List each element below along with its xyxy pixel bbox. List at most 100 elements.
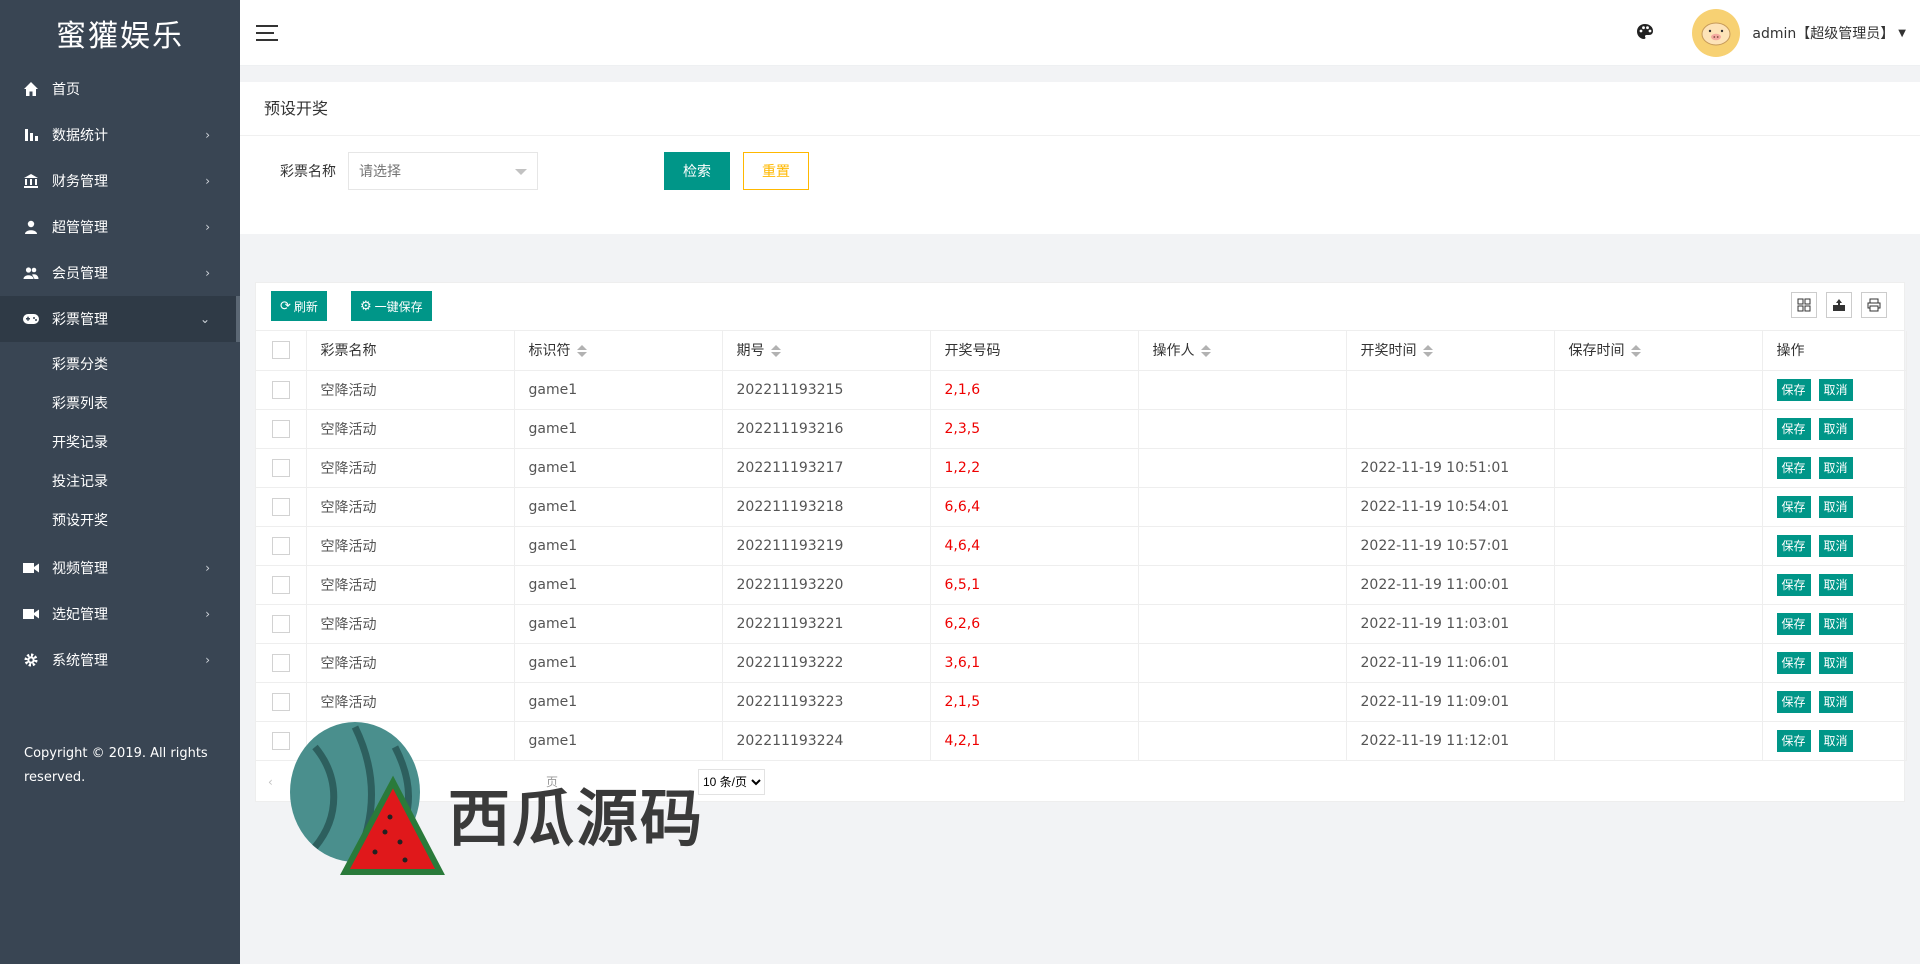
sidebar-menu: 首页 数据统计 › 财务管理 › 超管管理 › 会员管理 › 彩票管理 ⌄ — [0, 66, 240, 342]
refresh-label: 刷新 — [293, 299, 318, 314]
sort-icon[interactable] — [1422, 345, 1433, 358]
row-save-button[interactable]: 保存 — [1776, 651, 1811, 674]
sidebar-item-finance[interactable]: 财务管理 › — [0, 158, 240, 204]
lottery-name-select[interactable]: 请选择 — [348, 152, 538, 190]
search-button[interactable]: 检索 — [664, 152, 730, 190]
row-save-button[interactable]: 保存 — [1776, 690, 1811, 713]
row-cancel-button[interactable]: 取消 — [1818, 690, 1853, 713]
row-save-button[interactable]: 保存 — [1776, 378, 1811, 401]
cell-actions: 保存 取消 — [1762, 721, 1907, 761]
print-icon[interactable] — [1861, 292, 1887, 318]
table-row[interactable]: 空降活动 game1 202211193223 2,1,5 2022-11-19 11:… — [256, 682, 1907, 722]
sidebar-item-label: 选妃管理 — [52, 607, 108, 623]
theme-palette-icon[interactable] — [1636, 23, 1656, 43]
table-row[interactable]: 空降活动 game1 202211193221 6,2,6 2022-11-19 11:… — [256, 604, 1907, 644]
row-save-button[interactable]: 保存 — [1776, 456, 1811, 479]
search-form: 彩票名称 请选择 — [240, 152, 538, 190]
menu-toggle-icon[interactable] — [256, 24, 278, 41]
row-save-button[interactable]: 保存 — [1776, 417, 1811, 440]
row-checkbox[interactable] — [271, 497, 290, 516]
sort-icon[interactable] — [1630, 345, 1641, 358]
sidebar-item-home[interactable]: 首页 — [0, 66, 240, 112]
reset-button[interactable]: 重置 — [743, 152, 809, 190]
sidebar-item-video[interactable]: 视频管理 › — [0, 545, 240, 591]
export-icon[interactable] — [1826, 292, 1852, 318]
cell-actions: 保存 取消 — [1762, 604, 1907, 644]
submenu-item-lottery-list[interactable]: 彩票列表 — [0, 383, 240, 422]
row-checkbox[interactable] — [271, 419, 290, 438]
submenu-item-lottery-category[interactable]: 彩票分类 — [0, 344, 240, 383]
row-checkbox[interactable] — [271, 614, 290, 633]
row-cancel-button[interactable]: 取消 — [1818, 612, 1853, 635]
row-cancel-button[interactable]: 取消 — [1818, 651, 1853, 674]
table-row[interactable]: 空降活动 game1 202211193217 1,2,2 2022-11-19 10:… — [256, 448, 1907, 488]
cell-save-time — [1554, 487, 1763, 527]
sidebar-item-members[interactable]: 会员管理 › — [0, 250, 240, 296]
cell-lottery-name: 空降活动 — [306, 409, 515, 449]
submenu-item-draw-records[interactable]: 开奖记录 — [0, 422, 240, 461]
sort-icon[interactable] — [576, 345, 587, 358]
user-menu[interactable]: admin【超级管理员】 ▼ — [1752, 23, 1906, 43]
select-all-checkbox[interactable] — [271, 341, 290, 360]
row-cancel-button[interactable]: 取消 — [1818, 378, 1853, 401]
columns-filter-icon[interactable] — [1791, 292, 1817, 318]
row-cancel-button[interactable]: 取消 — [1818, 729, 1853, 752]
cell-open-time — [1346, 409, 1555, 449]
sidebar-item-system[interactable]: 系统管理 › — [0, 637, 240, 683]
refresh-button[interactable]: ⟳ 刷新 — [271, 291, 327, 321]
avatar[interactable] — [1692, 9, 1741, 57]
sidebar-item-admins[interactable]: 超管管理 › — [0, 204, 240, 250]
cell-open-time: 2022-11-19 11:12:01 — [1346, 721, 1555, 761]
row-save-button[interactable]: 保存 — [1776, 495, 1811, 518]
page-size-select[interactable]: 10 条/页 — [698, 768, 765, 795]
cell-operator — [1138, 409, 1347, 449]
row-cancel-button[interactable]: 取消 — [1818, 573, 1853, 596]
row-save-button[interactable]: 保存 — [1776, 534, 1811, 557]
row-checkbox[interactable] — [271, 575, 290, 594]
row-checkbox[interactable] — [271, 380, 290, 399]
table-row[interactable]: 空降活动 game1 202211193215 2,1,6 保存 取消 — [256, 370, 1907, 410]
row-checkbox[interactable] — [271, 653, 290, 672]
sidebar-item-select[interactable]: 选妃管理 › — [0, 591, 240, 637]
column-header-save-time[interactable]: 保存时间 — [1554, 331, 1763, 371]
cell-issue: 202211193224 — [722, 721, 931, 761]
row-cancel-button[interactable]: 取消 — [1818, 534, 1853, 557]
row-cancel-button[interactable]: 取消 — [1818, 456, 1853, 479]
submenu-item-bet-records[interactable]: 投注记录 — [0, 461, 240, 500]
cell-issue: 202211193220 — [722, 565, 931, 605]
table-row[interactable]: 空降活动 game1 202211193216 2,3,5 保存 取消 — [256, 409, 1907, 449]
submenu-item-preset-draw[interactable]: 预设开奖 — [0, 500, 240, 539]
sidebar-item-label: 数据统计 — [52, 128, 108, 144]
row-checkbox[interactable] — [271, 536, 290, 555]
row-save-button[interactable]: 保存 — [1776, 573, 1811, 596]
table-row[interactable]: 空降活动 game1 202211193218 6,6,4 2022-11-19 10:… — [256, 487, 1907, 527]
cell-issue: 202211193223 — [722, 682, 931, 722]
row-checkbox[interactable] — [271, 692, 290, 711]
column-header-operator[interactable]: 操作人 — [1138, 331, 1347, 371]
sidebar-item-lottery[interactable]: 彩票管理 ⌄ — [0, 296, 240, 342]
bar-chart-icon — [22, 126, 40, 144]
cell-key: game1 — [514, 682, 723, 722]
column-header-key[interactable]: 标识符 — [514, 331, 723, 371]
row-cancel-button[interactable]: 取消 — [1818, 495, 1853, 518]
sort-icon[interactable] — [770, 345, 781, 358]
lottery-name-label: 彩票名称 — [280, 164, 336, 180]
table-row[interactable]: 空降活动 game1 202211193222 3,6,1 2022-11-19 11:… — [256, 643, 1907, 683]
table-row[interactable]: 空降活动 game1 202211193219 4,6,4 2022-11-19 10:… — [256, 526, 1907, 566]
chevron-right-icon: › — [205, 220, 210, 234]
save-all-button[interactable]: ⚙ 一键保存 — [351, 291, 432, 321]
table-row[interactable]: 空降活动 game1 202211193220 6,5,1 2022-11-19 11:… — [256, 565, 1907, 605]
sidebar-item-statistics[interactable]: 数据统计 › — [0, 112, 240, 158]
row-save-button[interactable]: 保存 — [1776, 612, 1811, 635]
cell-open-time: 2022-11-19 10:54:01 — [1346, 487, 1555, 527]
row-checkbox[interactable] — [271, 458, 290, 477]
sort-icon[interactable] — [1200, 345, 1211, 358]
cell-issue: 202211193218 — [722, 487, 931, 527]
cell-key: game1 — [514, 487, 723, 527]
user-name: admin【超级管理员】 — [1752, 26, 1895, 42]
row-cancel-button[interactable]: 取消 — [1818, 417, 1853, 440]
row-save-button[interactable]: 保存 — [1776, 729, 1811, 752]
column-header-open-time[interactable]: 开奖时间 — [1346, 331, 1555, 371]
sidebar-item-label: 超管管理 — [52, 220, 108, 236]
column-header-issue[interactable]: 期号 — [722, 331, 931, 371]
